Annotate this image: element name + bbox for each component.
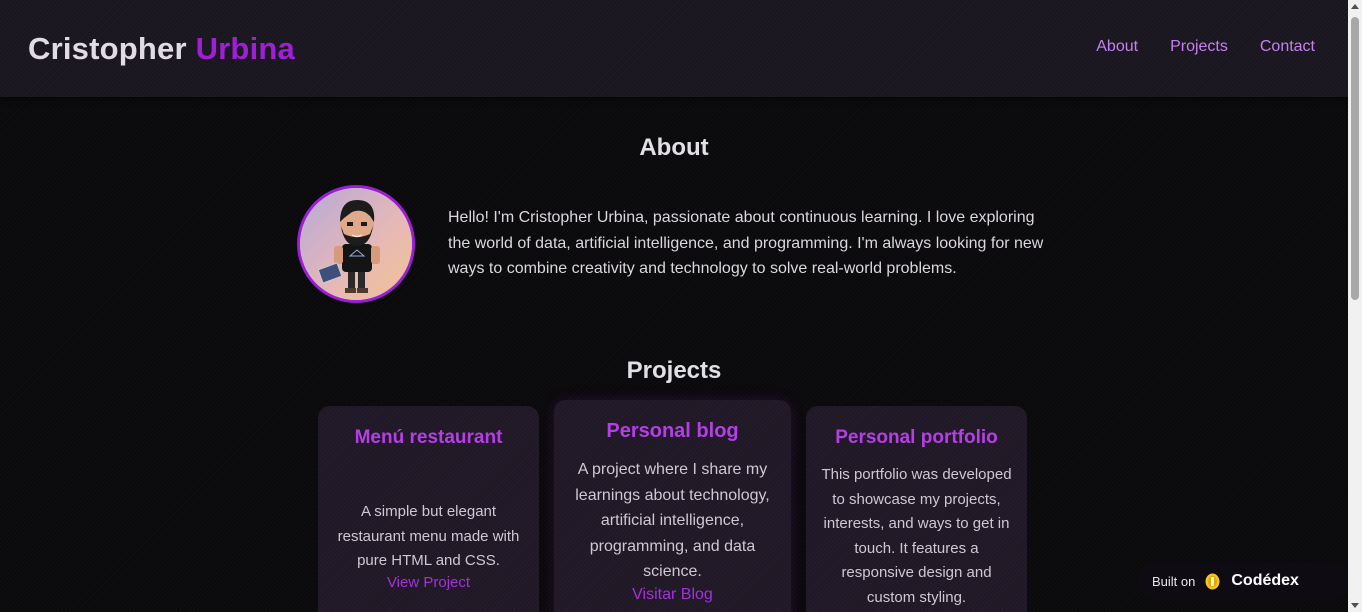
nav-contact-link[interactable]: Contact xyxy=(1260,38,1315,56)
projects-title: Projects xyxy=(626,357,722,384)
avatar-illustration-icon xyxy=(300,188,412,300)
scroll-up-icon[interactable] xyxy=(1351,4,1359,9)
avatar xyxy=(297,185,415,303)
project-card-title: Personal blog xyxy=(606,420,739,442)
brand-last-name: Urbina xyxy=(195,31,295,66)
visit-blog-link[interactable]: Visitar Blog xyxy=(554,586,791,604)
nav-projects-link[interactable]: Projects xyxy=(1170,38,1228,56)
scroll-down-icon[interactable] xyxy=(1351,603,1359,608)
project-card-description: A simple but elegant restaurant menu mad… xyxy=(337,503,520,569)
built-on-codedex-badge[interactable]: Built on Codédex xyxy=(1138,562,1352,600)
project-card-title: Menú restaurant xyxy=(354,427,503,448)
project-card-title: Personal portfolio xyxy=(835,427,998,448)
page-scrollbar[interactable] xyxy=(1348,0,1362,612)
brand-first-name: Cristopher xyxy=(28,31,187,66)
project-card-description: This portfolio was developed to showcase… xyxy=(821,466,1012,606)
codedex-coin-icon xyxy=(1205,573,1220,589)
view-project-link[interactable]: View Project xyxy=(318,574,539,591)
site-header: Cristopher Urbina About Projects Contact xyxy=(0,0,1348,97)
badge-brand: Codédex xyxy=(1231,572,1299,589)
nav-about-link[interactable]: About xyxy=(1096,38,1138,56)
project-card-personal-portfolio: Personal portfolio This portfolio was de… xyxy=(806,406,1027,612)
site-brand[interactable]: Cristopher Urbina xyxy=(28,31,295,67)
project-card-description: A project where I share my learnings abo… xyxy=(575,461,770,580)
scrollbar-thumb[interactable] xyxy=(1351,17,1359,300)
badge-text: Built on xyxy=(1152,573,1196,589)
about-title: About xyxy=(639,134,709,161)
main-nav: About Projects Contact xyxy=(1096,38,1315,56)
project-card-personal-blog: Personal blog A project where I share my… xyxy=(554,400,791,612)
about-text: Hello! I'm Cristopher Urbina, passionate… xyxy=(448,209,1044,277)
project-card-menu-restaurant: Menú restaurant A simple but elegant res… xyxy=(318,406,539,612)
